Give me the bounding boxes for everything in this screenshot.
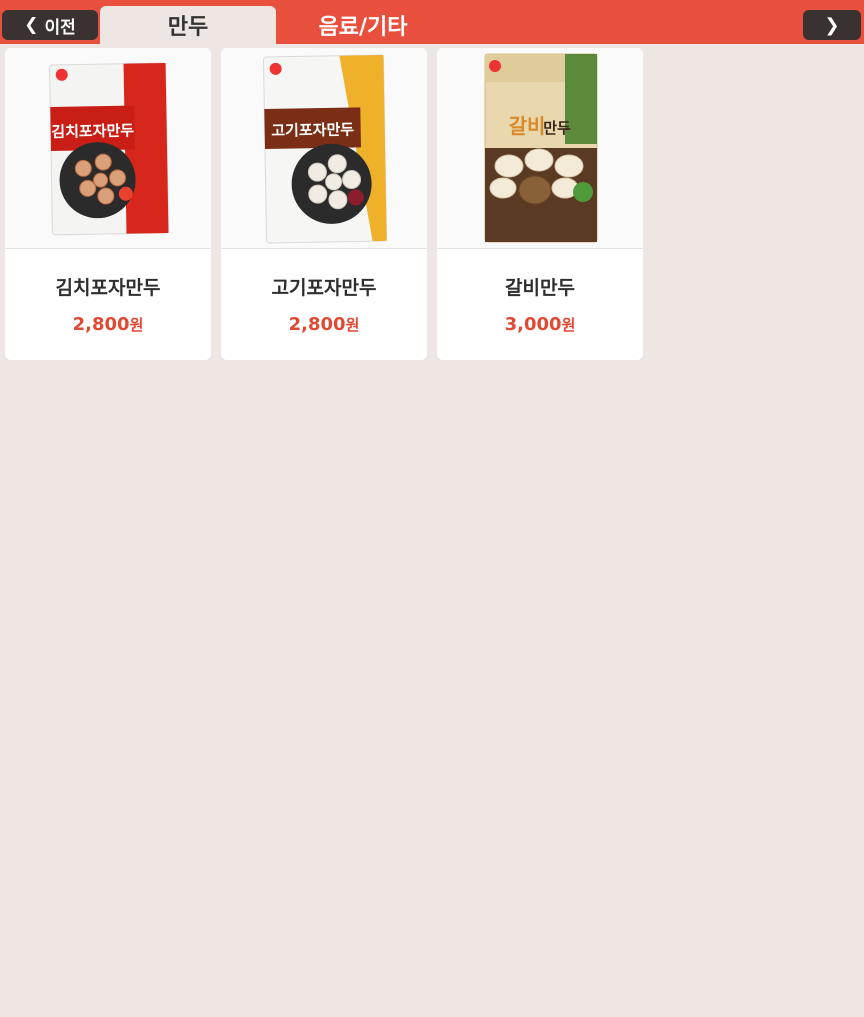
price-currency: 원 xyxy=(345,316,360,334)
tab-label: 만두 xyxy=(167,15,209,40)
product-card-kimchi-dumpling[interactable]: 김치포자만두 김치포자만두 2,800원 xyxy=(5,48,211,360)
product-grid: 김치포자만두 김치포자만두 2,800원 고기포자만두 고기포자만두 2,800… xyxy=(5,48,643,360)
price-currency: 원 xyxy=(561,316,576,334)
product-card-galbi-dumpling[interactable]: 갈비 만두 갈비만두 3,000원 xyxy=(437,48,643,360)
price-value: 2,800 xyxy=(288,314,346,335)
price-value: 3,000 xyxy=(504,314,562,335)
svg-text:갈비: 갈비 xyxy=(509,114,546,138)
prev-button-label: 이전 xyxy=(44,17,76,38)
next-button[interactable]: ❯ xyxy=(803,10,861,40)
product-image: 고기포자만두 xyxy=(221,48,427,249)
svg-text:만두: 만두 xyxy=(543,119,571,137)
tab-label: 음료/기타 xyxy=(318,15,408,40)
svg-text:고기포자만두: 고기포자만두 xyxy=(271,120,354,139)
tab-drinks-etc[interactable]: 음료/기타 xyxy=(278,6,448,44)
product-name: 김치포자만두 xyxy=(55,277,161,299)
product-image: 갈비 만두 xyxy=(437,48,643,249)
product-price: 2,800원 xyxy=(5,314,211,335)
chevron-left-icon: ❮ xyxy=(24,15,39,35)
product-name: 갈비만두 xyxy=(505,277,575,299)
product-image: 김치포자만두 xyxy=(5,48,211,249)
prev-button[interactable]: ❮ 이전 xyxy=(2,10,98,40)
product-card-meat-dumpling[interactable]: 고기포자만두 고기포자만두 2,800원 xyxy=(221,48,427,360)
price-currency: 원 xyxy=(129,316,144,334)
chevron-right-icon: ❯ xyxy=(824,14,840,36)
product-price: 2,800원 xyxy=(221,314,427,335)
tab-dumplings[interactable]: 만두 xyxy=(100,6,276,44)
product-name: 고기포자만두 xyxy=(271,277,377,299)
svg-text:김치포자만두: 김치포자만두 xyxy=(51,122,134,141)
product-price: 3,000원 xyxy=(437,314,643,335)
top-navigation-bar: ❮ 이전 만두 음료/기타 ❯ xyxy=(0,0,864,44)
price-value: 2,800 xyxy=(72,314,130,335)
